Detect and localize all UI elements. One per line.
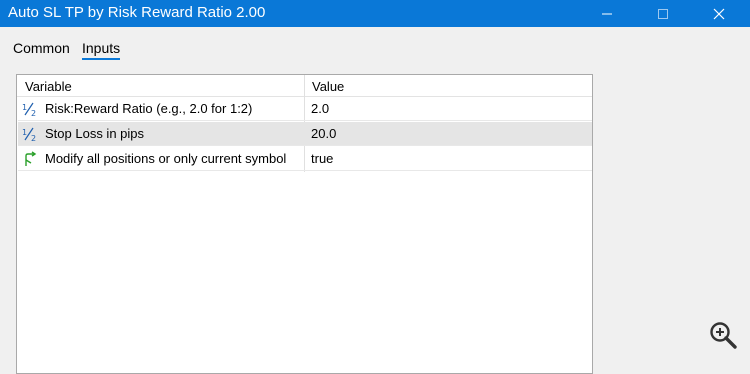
svg-text:2: 2: [31, 134, 36, 142]
maximize-button[interactable]: [636, 0, 690, 27]
row-variable: Modify all positions or only current sym…: [45, 151, 287, 166]
row-value[interactable]: 2.0: [311, 101, 329, 117]
tab-inputs[interactable]: Inputs: [82, 40, 120, 57]
row-value[interactable]: true: [311, 151, 333, 167]
column-header-value[interactable]: Value: [312, 79, 344, 95]
close-button[interactable]: [692, 0, 746, 27]
close-icon: [713, 8, 725, 19]
window-title: Auto SL TP by Risk Reward Ratio 2.00: [8, 4, 266, 21]
svg-text:1: 1: [22, 128, 27, 137]
tab-common[interactable]: Common: [13, 40, 70, 57]
inputs-grid[interactable]: Variable Value 1 2 Risk:Reward Ratio (e.…: [16, 74, 593, 374]
table-row[interactable]: 1 2 Risk:Reward Ratio (e.g., 2.0 for 1:2…: [18, 97, 592, 121]
table-row[interactable]: Modify all positions or only current sym…: [18, 147, 592, 171]
branch-arrow-icon: [25, 151, 37, 166]
row-variable: Risk:Reward Ratio (e.g., 2.0 for 1:2): [45, 101, 253, 116]
title-bar: Auto SL TP by Risk Reward Ratio 2.00: [0, 0, 750, 27]
svg-text:2: 2: [31, 109, 36, 117]
row-value[interactable]: 20.0: [311, 126, 336, 142]
column-header-variable[interactable]: Variable: [25, 79, 72, 95]
fraction-icon: 1 2: [22, 102, 36, 117]
table-row[interactable]: 1 2 Stop Loss in pips 20.0: [18, 122, 592, 146]
row-variable: Stop Loss in pips: [45, 126, 145, 141]
maximize-icon: [658, 8, 668, 19]
tab-selected-indicator: [82, 58, 120, 60]
minimize-icon: [602, 13, 612, 14]
minimize-button[interactable]: [580, 0, 634, 27]
fraction-icon: 1 2: [22, 127, 36, 142]
svg-text:1: 1: [22, 103, 27, 112]
zoom-in-icon[interactable]: [708, 320, 738, 350]
